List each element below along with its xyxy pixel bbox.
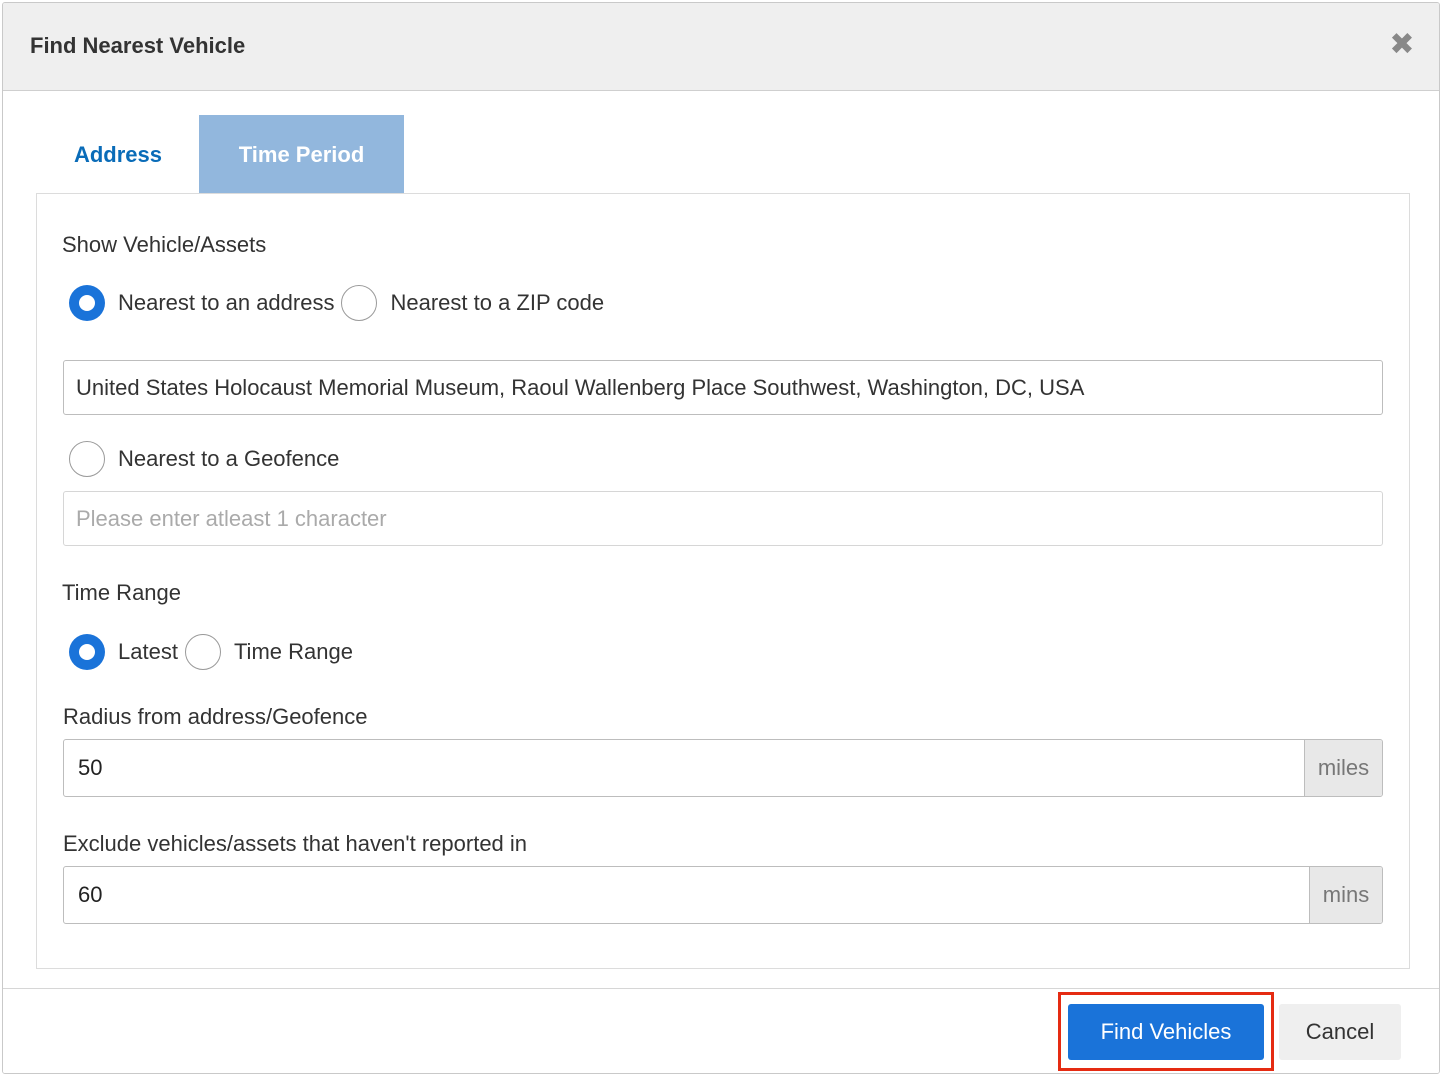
- radio-nearest-address[interactable]: [69, 285, 105, 321]
- radius-input[interactable]: 50: [64, 740, 1304, 796]
- geofence-radio-row: Nearest to a Geofence: [69, 441, 346, 477]
- exclude-unit-addon: mins: [1309, 867, 1382, 923]
- modal-title: Find Nearest Vehicle: [30, 33, 246, 58]
- modal-header: Find Nearest Vehicle ✖: [3, 3, 1439, 91]
- radio-latest[interactable]: [69, 634, 105, 670]
- radio-nearest-geofence[interactable]: [69, 441, 105, 477]
- exclude-label: Exclude vehicles/assets that haven't rep…: [63, 831, 528, 856]
- time-range-radio-group: Latest Time Range: [69, 634, 360, 670]
- show-vehicles-heading: Show Vehicle/Assets: [62, 232, 267, 257]
- radio-time-range[interactable]: [184, 634, 221, 670]
- close-icon[interactable]: ✖: [1387, 30, 1417, 61]
- exclude-input-group: 60 mins: [63, 866, 1383, 924]
- find-nearest-vehicle-modal: Find Nearest Vehicle ✖ Address Time Peri…: [2, 2, 1440, 1074]
- cancel-button[interactable]: Cancel: [1279, 1004, 1401, 1060]
- radius-label: Radius from address/Geofence: [63, 704, 368, 729]
- tab-address[interactable]: Address: [37, 115, 199, 194]
- radio-nearest-address-label: Nearest to an address: [118, 290, 335, 315]
- radio-nearest-geofence-label: Nearest to a Geofence: [118, 446, 340, 471]
- radio-nearest-zip[interactable]: [341, 285, 378, 321]
- radius-unit-addon: miles: [1304, 740, 1382, 796]
- tab-time-period[interactable]: Time Period: [199, 115, 404, 194]
- exclude-input[interactable]: 60: [64, 867, 1309, 923]
- tab-bar: Address Time Period: [37, 115, 404, 194]
- geofence-input[interactable]: Please enter atleast 1 character: [63, 491, 1383, 546]
- time-range-heading: Time Range: [62, 580, 182, 605]
- find-vehicles-button[interactable]: Find Vehicles: [1068, 1004, 1264, 1060]
- radio-latest-label: Latest: [118, 639, 178, 664]
- radius-input-group: 50 miles: [63, 739, 1383, 797]
- address-input[interactable]: United States Holocaust Memorial Museum,…: [63, 360, 1383, 415]
- radio-nearest-zip-label: Nearest to a ZIP code: [390, 290, 605, 315]
- location-radio-group: Nearest to an address Nearest to a ZIP c…: [69, 285, 611, 321]
- radio-time-range-label: Time Range: [233, 639, 353, 664]
